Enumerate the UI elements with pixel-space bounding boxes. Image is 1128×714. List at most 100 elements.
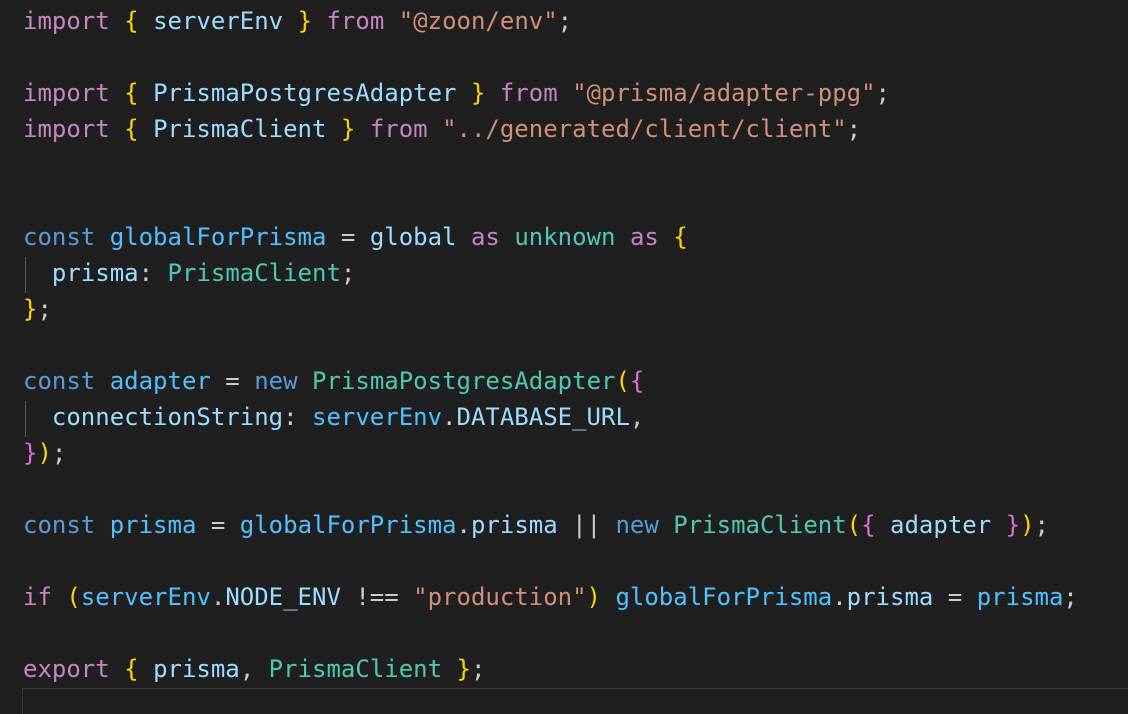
- code-token: }: [456, 655, 471, 683]
- code-line[interactable]: import { PrismaPostgresAdapter } from "@…: [23, 75, 890, 111]
- code-token: !==: [340, 583, 414, 611]
- code-line[interactable]: const prisma = globalForPrisma.prisma ||…: [23, 507, 1049, 543]
- code-token: prisma: [976, 583, 1064, 611]
- code-token: prisma: [153, 655, 240, 683]
- code-token: ;: [1063, 583, 1078, 611]
- code-token: ;: [37, 295, 52, 323]
- code-token: ;: [846, 115, 862, 143]
- code-token: if: [23, 583, 52, 611]
- code-token: const: [23, 223, 96, 251]
- code-token: from: [499, 79, 558, 107]
- code-token: }: [297, 7, 313, 35]
- code-token: import: [23, 7, 110, 35]
- code-token: import: [23, 115, 110, 143]
- code-editor[interactable]: import { serverEnv } from "@zoon/env"; im…: [0, 0, 1128, 714]
- code-token: connectionString: [51, 403, 284, 431]
- code-token: from: [326, 7, 385, 35]
- code-token: adapter: [109, 367, 211, 395]
- code-token: const: [23, 367, 96, 395]
- code-token: const: [23, 511, 96, 539]
- code-token: (: [615, 367, 630, 395]
- code-token: global: [369, 223, 457, 251]
- code-token: }: [340, 115, 356, 143]
- code-token: ): [1020, 511, 1035, 539]
- code-token: {: [861, 511, 876, 539]
- code-token: ;: [557, 7, 573, 35]
- code-token: PrismaPostgresAdapter: [153, 79, 457, 107]
- code-token: prisma: [109, 511, 197, 539]
- code-token: (: [66, 583, 81, 611]
- code-token: .: [210, 583, 226, 611]
- code-token: globalForPrisma: [615, 583, 833, 611]
- code-token: PrismaPostgresAdapter: [312, 367, 616, 395]
- code-token: "@prisma/adapter-ppg": [572, 79, 876, 107]
- code-token: {: [124, 79, 139, 107]
- code-token: "../generated/client/client": [442, 115, 847, 143]
- code-token: new: [615, 511, 659, 539]
- code-token: =: [326, 223, 370, 251]
- code-token: ;: [1034, 511, 1049, 539]
- code-token: ||: [557, 511, 616, 539]
- code-token: import: [23, 79, 110, 107]
- code-line[interactable]: export { prisma, PrismaClient };: [23, 651, 485, 687]
- code-token: PrismaClient: [153, 115, 327, 143]
- code-line[interactable]: });: [23, 435, 66, 471]
- code-token: globalForPrisma: [109, 223, 327, 251]
- code-token: prisma: [846, 583, 934, 611]
- code-token: serverEnv: [80, 583, 211, 611]
- code-line[interactable]: const globalForPrisma = global as unknow…: [23, 219, 688, 255]
- current-line-highlight: [22, 688, 1128, 714]
- code-token: "production": [413, 583, 587, 611]
- code-token: PrismaClient: [167, 259, 341, 287]
- code-line[interactable]: import { serverEnv } from "@zoon/env";: [23, 3, 572, 39]
- code-token: {: [629, 367, 645, 395]
- code-token: ,: [629, 403, 645, 431]
- code-token: as: [629, 223, 659, 251]
- code-line[interactable]: if (serverEnv.NODE_ENV !== "production")…: [23, 579, 1078, 615]
- code-token: ;: [340, 259, 356, 287]
- code-line[interactable]: const adapter = new PrismaPostgresAdapte…: [23, 363, 644, 399]
- code-line[interactable]: connectionString: serverEnv.DATABASE_URL…: [23, 399, 644, 435]
- code-token: "@zoon/env": [398, 7, 558, 35]
- code-line[interactable]: import { PrismaClient } from "../generat…: [23, 111, 861, 147]
- code-token: PrismaClient: [673, 511, 847, 539]
- code-token: ;: [875, 79, 890, 107]
- code-line[interactable]: };: [23, 291, 52, 327]
- code-token: {: [124, 115, 139, 143]
- code-token: =: [933, 583, 977, 611]
- code-token: prisma: [51, 259, 139, 287]
- code-token: as: [470, 223, 500, 251]
- code-token: DATABASE_URL: [456, 403, 630, 431]
- code-token: :: [138, 259, 168, 287]
- code-token: new: [254, 367, 298, 395]
- code-token: ;: [470, 655, 486, 683]
- code-token: }: [23, 295, 38, 323]
- code-token: }: [470, 79, 486, 107]
- code-line[interactable]: prisma: PrismaClient;: [23, 255, 355, 291]
- code-token: .: [832, 583, 847, 611]
- code-token: ;: [51, 439, 67, 467]
